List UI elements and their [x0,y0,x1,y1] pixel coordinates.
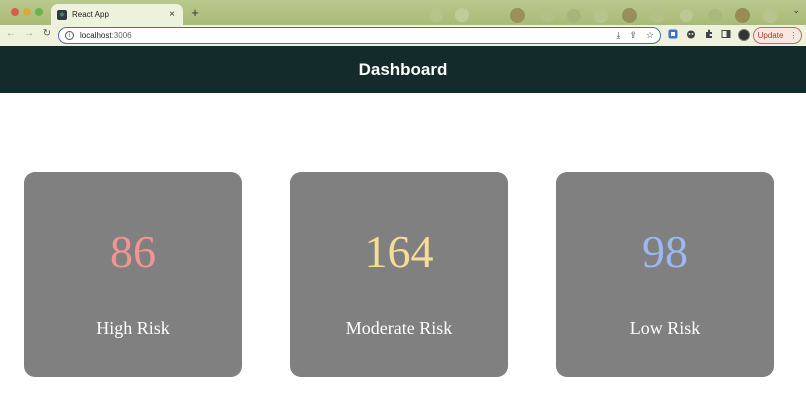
low-risk-count: 98 [642,226,688,277]
decorative-dot [594,9,608,23]
decorative-dot [651,9,665,23]
new-tab-icon[interactable]: + [189,5,201,20]
decorative-dot [680,9,693,22]
decorative-dot [540,8,554,22]
bookmark-star-icon[interactable]: ☆ [646,30,654,41]
update-label: Update [757,31,784,40]
tab-close-icon[interactable]: × [167,9,177,20]
page-title: Dashboard [358,59,448,79]
forward-arrow-icon[interactable]: → [23,28,35,39]
decorative-dot [430,9,443,22]
update-button[interactable]: Update ⋮ [753,27,802,44]
install-icon[interactable]: ⤓ [616,30,620,41]
low-risk-card: 98 Low Risk [556,172,774,377]
browser-tab-bar: ⚛ React App × + ⌄ [0,0,806,25]
tab-search-chevron-icon[interactable]: ⌄ [792,5,800,16]
tab-title: React App [72,10,109,19]
url-host: localhost [80,31,112,40]
profile-avatar[interactable] [738,29,750,41]
window-close-button[interactable] [11,8,19,16]
high-risk-count: 86 [110,226,156,277]
extensions-puzzle-icon[interactable] [703,29,715,42]
browser-tab-active[interactable]: ⚛ React App × [51,4,183,25]
window-zoom-button[interactable] [35,8,43,16]
decorative-dot [735,8,750,23]
high-risk-card: 86 High Risk [24,172,242,377]
decorative-dot [510,8,525,23]
share-icon[interactable]: ⇪ [629,30,637,41]
app-header: Dashboard [0,46,806,93]
decorative-dot [763,9,777,23]
translate-extension-icon[interactable] [667,29,679,42]
reload-icon[interactable]: ↻ [41,28,53,39]
address-bar[interactable]: i localhost:3006 ⤓ ⇪ ☆ [58,27,661,44]
moderate-risk-label: Moderate Risk [345,318,453,338]
url-text[interactable]: localhost:3006 [80,31,607,40]
browser-toolbar: ← → ↻ i localhost:3006 ⤓ ⇪ ☆ Update ⋮ [0,25,806,46]
moderate-risk-count: 164 [364,226,434,277]
back-arrow-icon[interactable]: ← [5,28,17,39]
high-risk-label: High Risk [96,318,170,338]
decorative-dot [567,9,581,23]
low-risk-label: Low Risk [629,318,701,338]
decorative-dot [622,8,637,23]
url-port: :3006 [111,31,132,40]
window-minimize-button[interactable] [23,8,31,16]
react-favicon-icon: ⚛ [57,9,67,20]
moderate-risk-card: 164 Moderate Risk [290,172,508,377]
site-info-icon[interactable]: i [65,31,74,40]
decorative-dot [708,9,722,23]
kebab-menu-icon[interactable]: ⋮ [789,31,797,40]
decorative-dot [455,8,469,22]
side-panel-icon[interactable] [720,29,732,42]
robot-extension-icon[interactable] [685,29,697,42]
